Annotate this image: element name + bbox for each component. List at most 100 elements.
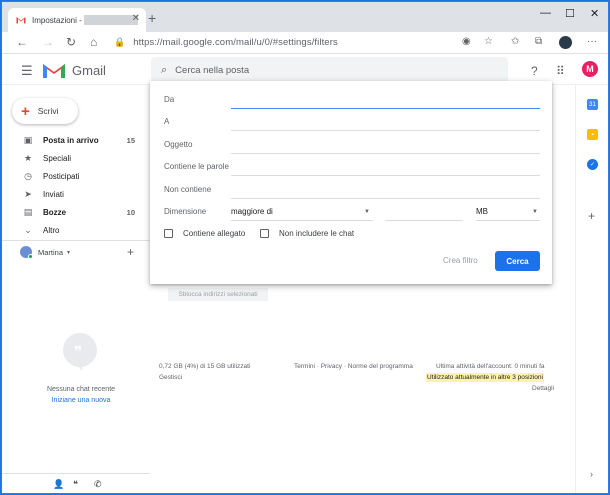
sidebar-item-drafts[interactable]: ▤ Bozze 10 — [2, 204, 150, 221]
title-bar: Impostazioni - ✕ + — ☐ ✕ — [2, 2, 608, 32]
sidebar-item-label: Speciali — [43, 154, 72, 163]
start-chat-link[interactable]: Iniziane una nuova — [2, 397, 160, 404]
has-attachment-checkbox[interactable]: Contiene allegato — [164, 229, 245, 238]
sidebar-divider — [2, 240, 150, 241]
has-attachment-label: Contiene allegato — [183, 229, 246, 238]
details-link[interactable]: Dettagli — [532, 385, 554, 392]
more-icon[interactable]: ··· — [587, 36, 597, 47]
sidebar-item-sent[interactable]: ➤ Inviati — [2, 186, 150, 203]
account-avatar[interactable]: M — [582, 61, 598, 77]
home-icon[interactable]: ⌂ — [90, 35, 97, 49]
create-filter-button[interactable]: Crea filtro — [443, 256, 478, 265]
collections-icon[interactable]: ⧉ — [535, 36, 542, 47]
current-usage: Utilizzato attualmente in altre 3 posizi… — [426, 373, 544, 382]
minimize-icon[interactable]: — — [540, 7, 551, 19]
reload-icon[interactable]: ↻ — [66, 35, 76, 49]
size-label: Dimensione — [164, 207, 207, 216]
close-icon[interactable]: ✕ — [590, 7, 599, 20]
dropdown-arrow-icon: ▼ — [364, 209, 370, 215]
hangouts-quote-icon: ❞ — [63, 333, 97, 371]
dropdown-arrow-icon: ▼ — [532, 209, 538, 215]
star-bookmark-icon[interactable]: ☆ — [484, 36, 493, 47]
online-status-icon — [28, 254, 33, 259]
to-input[interactable] — [231, 130, 540, 131]
tasks-icon[interactable]: ✓ — [587, 159, 598, 170]
sidebar-item-label: Altro — [43, 226, 60, 235]
gmail-favicon-icon — [16, 17, 26, 24]
hangouts-icon[interactable]: ❝ — [73, 479, 78, 490]
forward-icon[interactable]: → — [42, 35, 54, 49]
subject-field[interactable]: Oggetto — [164, 136, 540, 154]
sidebar-item-label: Inviati — [43, 190, 64, 199]
sidebar-bottom-bar: 👤 ❝ ✆ — [2, 473, 150, 493]
sidebar-item-count: 15 — [126, 136, 135, 145]
browser-window: Impostazioni - ✕ + — ☐ ✕ ← → ↻ ⌂ 🔒 https… — [1, 1, 609, 494]
avatar — [20, 246, 33, 259]
sidebar-item-starred[interactable]: ★ Speciali — [2, 150, 150, 167]
keep-icon[interactable]: ▪ — [587, 129, 598, 140]
size-value-input[interactable] — [385, 220, 463, 221]
storage-usage: 0,72 GB (4%) di 15 GB utilizzati — [159, 363, 251, 370]
field-label: Contiene le parole — [164, 162, 229, 171]
sidebar-item-inbox[interactable]: ▣ Posta in arrivo 15 — [2, 132, 150, 149]
advanced-search-panel: Da A Oggetto Contiene le parole Non cont… — [150, 81, 552, 284]
browser-tab[interactable]: Impostazioni - ✕ — [8, 8, 146, 32]
tab-title-redacted — [83, 15, 138, 25]
tab-close-icon[interactable]: ✕ — [132, 13, 140, 24]
back-icon[interactable]: ← — [16, 35, 28, 49]
address-bar[interactable]: 🔒 https://mail.google.com/mail/u/0/#sett… — [110, 34, 502, 51]
search-input[interactable]: ⌕ Cerca nella posta — [151, 57, 508, 83]
search-button[interactable]: Cerca — [495, 251, 540, 271]
new-chat-plus-icon[interactable]: + — [127, 245, 134, 259]
size-unit-underline — [476, 220, 540, 221]
favorites-icon[interactable]: ✩ — [511, 36, 519, 47]
side-panel: 31 ▪ ✓ + › — [575, 85, 608, 493]
search-placeholder: Cerca nella posta — [175, 64, 250, 76]
footer-links[interactable]: Termini · Privacy · Norme del programma — [294, 363, 413, 370]
lock-icon: 🔒 — [114, 37, 126, 47]
gmail-wordmark: Gmail — [72, 63, 106, 78]
draft-icon: ▤ — [23, 207, 33, 217]
chevron-right-icon[interactable]: › — [590, 469, 593, 479]
compose-button[interactable]: + Scrivi — [12, 98, 78, 124]
phone-icon[interactable]: ✆ — [94, 479, 102, 490]
size-unit-select[interactable]: MB — [476, 207, 488, 216]
sidebar-item-more[interactable]: ⌄ Altro — [2, 222, 150, 239]
checkbox-box[interactable] — [164, 229, 173, 238]
star-icon: ★ — [23, 153, 33, 163]
no-chat-text: Nessuna chat recente — [46, 386, 116, 393]
checkbox-box[interactable] — [260, 229, 269, 238]
has-words-field[interactable]: Contiene le parole — [164, 158, 540, 176]
doesnt-have-input[interactable] — [231, 198, 540, 199]
manage-storage-link[interactable]: Gestisci — [159, 374, 182, 381]
user-dropdown-icon[interactable]: ▾ — [67, 249, 70, 256]
sidebar-item-count: 10 — [126, 208, 135, 217]
size-operator-select[interactable]: maggiore di — [231, 207, 273, 216]
to-field[interactable]: A — [164, 113, 540, 131]
sidebar-item-snoozed[interactable]: ◷ Posticipati — [2, 168, 150, 185]
add-addon-icon[interactable]: + — [588, 209, 595, 223]
browser-profile-avatar[interactable] — [559, 36, 572, 49]
eye-icon[interactable]: ◉ — [462, 36, 471, 47]
last-activity: Ultima attività dell'account: 0 minuti f… — [436, 363, 545, 370]
new-tab-button[interactable]: + — [148, 10, 156, 26]
size-row: Dimensione maggiore di ▼ MB ▼ — [164, 203, 540, 221]
person-icon[interactable]: 👤 — [53, 479, 64, 490]
gmail-logo-icon — [43, 64, 65, 78]
subject-input[interactable] — [231, 153, 540, 154]
help-icon[interactable]: ? — [531, 64, 538, 78]
hamburger-menu-icon[interactable]: ☰ — [21, 63, 33, 79]
from-input[interactable] — [231, 108, 540, 109]
url-text: https://mail.google.com/mail/u/0/#settin… — [133, 37, 338, 48]
apps-grid-icon[interactable]: ⠿ — [556, 64, 565, 78]
from-field[interactable]: Da — [164, 91, 540, 109]
hangouts-user[interactable]: Martina ▾ — [20, 246, 70, 259]
unblock-addresses-button[interactable]: Sblocca indirizzi selezionati — [168, 288, 268, 301]
search-icon[interactable]: ⌕ — [161, 64, 167, 77]
chevron-down-icon: ⌄ — [24, 225, 32, 235]
doesnt-have-field[interactable]: Non contiene — [164, 181, 540, 199]
calendar-icon[interactable]: 31 — [587, 99, 598, 110]
exclude-chats-checkbox[interactable]: Non includere le chat — [260, 229, 354, 238]
maximize-icon[interactable]: ☐ — [565, 7, 575, 20]
has-words-input[interactable] — [231, 175, 540, 176]
